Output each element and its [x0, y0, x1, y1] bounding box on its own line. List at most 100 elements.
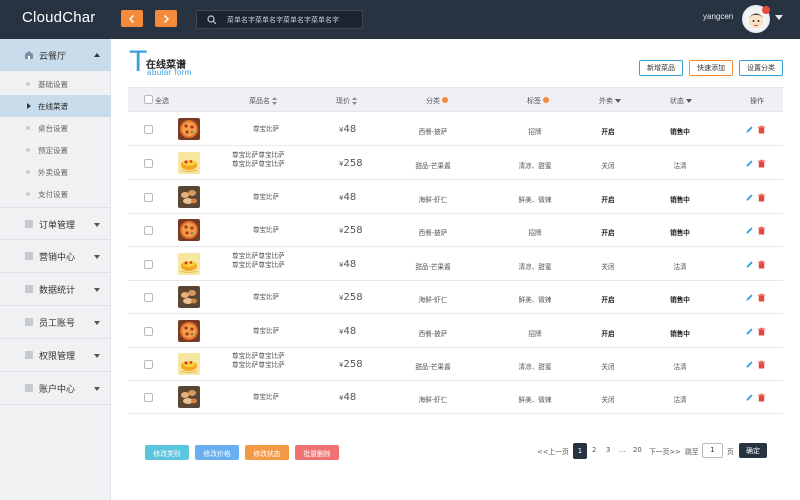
delete-icon[interactable]	[757, 327, 766, 336]
edit-status-button[interactable]: 修改状态	[245, 445, 289, 460]
edit-icon[interactable]	[745, 327, 754, 336]
takeout-status: 关闭	[601, 396, 615, 404]
sidebar-section-permissions[interactable]: 权限管理	[0, 339, 111, 372]
dish-price: ¥258	[339, 158, 375, 169]
goto-confirm-button[interactable]: 确定	[739, 443, 767, 458]
batch-delete-button[interactable]: 批量删除	[295, 445, 339, 460]
edit-icon[interactable]	[745, 193, 754, 202]
sale-status: 沽清	[673, 396, 687, 404]
add-dish-button[interactable]: 新增菜品	[639, 60, 683, 76]
dish-category: 甜品-芒果酱	[415, 162, 451, 170]
row-checkbox[interactable]	[144, 159, 153, 168]
info-icon	[543, 97, 549, 103]
page-1-button[interactable]: 1	[573, 443, 587, 459]
edit-icon[interactable]	[745, 159, 754, 168]
header-name[interactable]: 菜品名	[249, 96, 277, 106]
dish-category: 西餐-披萨	[418, 128, 448, 136]
dish-category: 甜品-芒果酱	[415, 263, 451, 271]
delete-icon[interactable]	[757, 159, 766, 168]
sidebar-section-orders[interactable]: 订单管理	[0, 207, 111, 240]
set-category-button[interactable]: 设置分类	[739, 60, 783, 76]
delete-icon[interactable]	[757, 293, 766, 302]
header-action: 操作	[750, 97, 764, 105]
table-row[interactable]: 尊宝比萨 ¥48 海鲜-虾仁 鲜美、微辣 开启 销售中	[128, 181, 783, 214]
sidebar-section-label: 员工账号	[39, 319, 76, 329]
sidebar-item-online-menu[interactable]: 在线菜谱	[0, 95, 111, 117]
table-row[interactable]: 尊宝比萨 ¥48 西餐-披萨 招牌 开启 销售中	[128, 315, 783, 348]
edit-icon[interactable]	[745, 293, 754, 302]
table-row[interactable]: 尊宝比萨 ¥48 海鲜-虾仁 鲜美、微辣 关闭 沽清	[128, 381, 783, 414]
prev-page-link[interactable]: <<上一页	[537, 446, 569, 456]
header-tag[interactable]: 标签	[527, 96, 549, 106]
row-checkbox[interactable]	[144, 125, 153, 134]
delete-icon[interactable]	[757, 393, 766, 402]
sidebar-item-label: 桌台设置	[38, 124, 68, 133]
header-price[interactable]: 现价	[336, 96, 357, 106]
dish-tag: 招牌	[528, 330, 542, 338]
forward-button[interactable]	[155, 10, 177, 27]
sidebar-section-label: 账户中心	[39, 385, 76, 395]
edit-icon[interactable]	[745, 260, 754, 269]
row-checkbox[interactable]	[144, 193, 153, 202]
edit-icon[interactable]	[745, 393, 754, 402]
chevron-down-icon	[94, 354, 100, 358]
edit-icon[interactable]	[745, 226, 754, 235]
sidebar-item-payment-settings[interactable]: 支付设置	[0, 183, 111, 205]
sidebar-section-account[interactable]: 账户中心	[0, 372, 111, 405]
header-status[interactable]: 状态	[670, 96, 692, 106]
table-row[interactable]: 尊宝比萨尊宝比萨 尊宝比萨尊宝比萨 ¥258 甜品-芒果酱 清凉、甜蜜 关闭 沽清	[128, 348, 783, 381]
dropdown-icon	[686, 99, 692, 103]
sidebar-section-restaurant[interactable]: 云餐厅	[0, 39, 111, 71]
table-row[interactable]: 尊宝比萨 ¥48 西餐-披萨 招牌 开启 销售中	[128, 113, 783, 146]
username[interactable]: yangcen	[703, 12, 733, 21]
header-select-all[interactable]: 全选	[155, 96, 169, 106]
delete-icon[interactable]	[757, 260, 766, 269]
header-category[interactable]: 分类	[426, 96, 448, 106]
sidebar-item-table-settings[interactable]: 桌台设置	[0, 117, 111, 139]
sidebar-section-statistics[interactable]: 数据统计	[0, 273, 111, 306]
select-all-checkbox[interactable]	[144, 95, 153, 104]
quick-add-button[interactable]: 快速添加	[689, 60, 733, 76]
row-checkbox[interactable]	[144, 360, 153, 369]
page-2-link[interactable]: 2	[592, 446, 596, 454]
table-row[interactable]: 尊宝比萨 ¥258 西餐-披萨 招牌 开启 销售中	[128, 214, 783, 247]
delete-icon[interactable]	[757, 226, 766, 235]
edit-category-button[interactable]: 修改类别	[145, 445, 189, 460]
edit-price-button[interactable]: 修改价格	[195, 445, 239, 460]
page-3-link[interactable]: 3	[606, 446, 610, 454]
sidebar-item-reservation-settings[interactable]: 预定设置	[0, 139, 111, 161]
delete-icon[interactable]	[757, 193, 766, 202]
sidebar-item-takeout-settings[interactable]: 外卖设置	[0, 161, 111, 183]
row-checkbox[interactable]	[144, 393, 153, 402]
edit-icon[interactable]	[745, 360, 754, 369]
main-content: T 在线菜谱 abular form 新增菜品 快速添加 设置分类 全选 菜品名…	[111, 39, 800, 500]
row-checkbox[interactable]	[144, 293, 153, 302]
dish-category: 西餐-披萨	[418, 229, 448, 237]
chevron-down-icon	[94, 321, 100, 325]
user-menu-caret-icon[interactable]	[775, 15, 783, 20]
sidebar-item-label: 预定设置	[38, 146, 68, 155]
table-row[interactable]: 尊宝比萨尊宝比萨 尊宝比萨尊宝比萨 ¥48 甜品-芒果酱 清凉、甜蜜 关闭 沽清	[128, 248, 783, 281]
table-row[interactable]: 尊宝比萨 ¥258 海鲜-虾仁 鲜美、微辣 开启 销售中	[128, 281, 783, 314]
row-checkbox[interactable]	[144, 260, 153, 269]
next-page-link[interactable]: 下一页>>	[649, 446, 681, 456]
bullet-icon	[26, 82, 30, 86]
header-takeout[interactable]: 外卖	[599, 96, 621, 106]
goto-page-input[interactable]: 1	[702, 443, 723, 458]
row-checkbox[interactable]	[144, 226, 153, 235]
dish-image	[178, 186, 200, 208]
table-row[interactable]: 尊宝比萨尊宝比萨 尊宝比萨尊宝比萨 ¥258 甜品-芒果酱 清凉、甜蜜 关闭 沽清	[128, 147, 783, 180]
page-last-link[interactable]: 20	[633, 446, 642, 454]
dish-tag: 清凉、甜蜜	[518, 162, 552, 170]
sidebar-item-basic-settings[interactable]: 基础设置	[0, 73, 111, 95]
search-input[interactable]	[227, 13, 359, 27]
delete-icon[interactable]	[757, 360, 766, 369]
sidebar-section-staff[interactable]: 员工账号	[0, 306, 111, 339]
row-checkbox[interactable]	[144, 327, 153, 336]
sidebar-section-marketing[interactable]: 营销中心	[0, 240, 111, 273]
dish-price: ¥48	[339, 326, 375, 337]
chevron-down-icon	[94, 288, 100, 292]
back-button[interactable]	[121, 10, 143, 27]
delete-icon[interactable]	[757, 125, 766, 134]
edit-icon[interactable]	[745, 125, 754, 134]
